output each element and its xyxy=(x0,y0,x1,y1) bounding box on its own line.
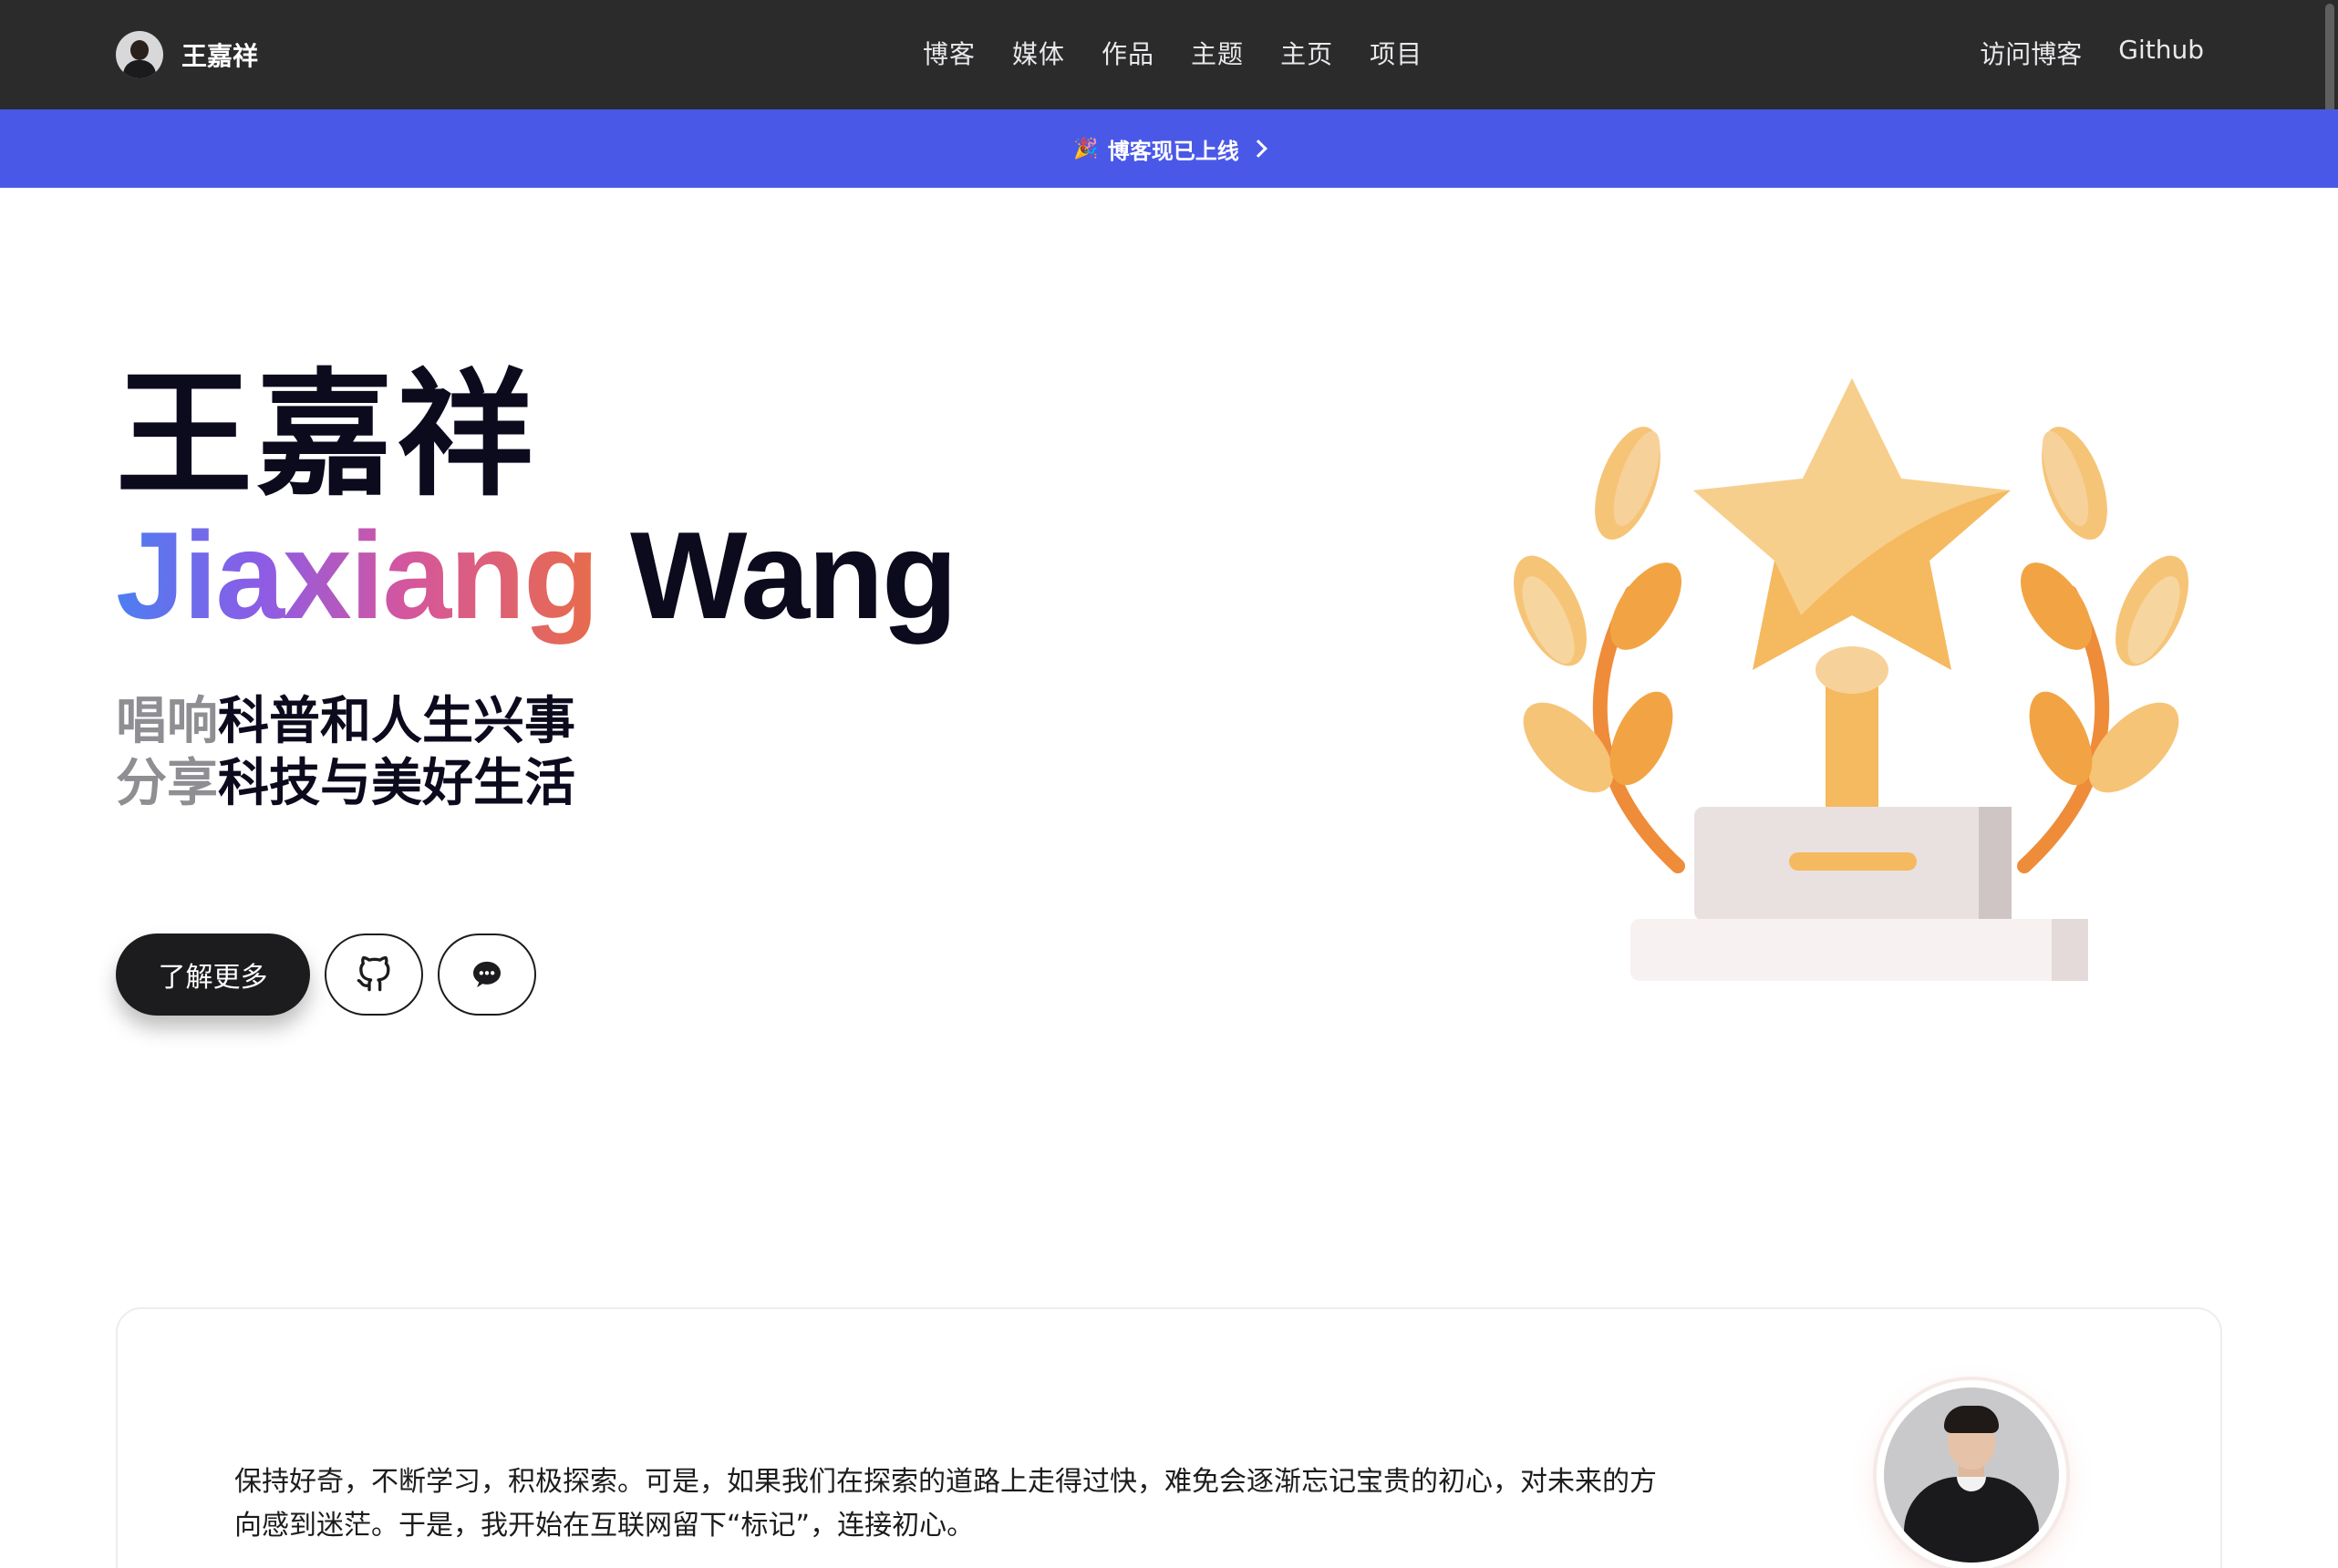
about-text: 保持好奇，不断学习，积极探索。可是，如果我们在探索的道路上走得过快，难免会逐渐忘… xyxy=(234,1466,1657,1542)
nav-link-blog[interactable]: 博客 xyxy=(923,35,976,71)
main-nav: 博客 媒体 作品 主题 主页 项目 xyxy=(923,35,1422,71)
announcement-banner[interactable]: 🎉 博客现已上线 xyxy=(0,109,2338,188)
github-button[interactable] xyxy=(325,934,423,1016)
github-link[interactable]: Github xyxy=(2118,35,2204,71)
brand-name[interactable]: 王嘉祥 xyxy=(181,36,258,73)
nav-right: 访问博客 Github xyxy=(1980,35,2204,71)
banner-text[interactable]: 博客现已上线 xyxy=(1108,133,1239,165)
hero-name-last: Wang xyxy=(630,506,957,645)
trophy-illustration xyxy=(1514,378,2188,981)
tagline-1-muted: 唱响 xyxy=(116,692,218,751)
nav-link-home[interactable]: 主页 xyxy=(1280,35,1333,71)
nav-link-projects[interactable]: 项目 xyxy=(1370,35,1422,71)
hero-name-cn: 王嘉祥 xyxy=(116,356,538,515)
hero-name-first: Jiaxiang xyxy=(116,506,599,645)
tagline-2-muted: 分享 xyxy=(116,754,218,813)
brand[interactable]: 王嘉祥 xyxy=(116,30,258,79)
visit-blog-link[interactable]: 访问博客 xyxy=(1980,35,2082,71)
nav-link-works[interactable]: 作品 xyxy=(1102,35,1154,71)
avatar xyxy=(116,31,163,78)
chevron-right-icon xyxy=(1248,139,1267,158)
hero-tagline: 唱响科普和人生兴事 分享科技与美好生活 xyxy=(116,691,575,815)
tagline-2-strong: 科技与美好生活 xyxy=(218,754,575,813)
github-icon xyxy=(357,956,390,992)
nav-link-theme[interactable]: 主题 xyxy=(1191,35,1244,71)
top-nav: 王嘉祥 博客 媒体 作品 主题 主页 项目 访问博客 Github xyxy=(0,0,2338,109)
learn-more-button[interactable]: 了解更多 xyxy=(116,934,310,1016)
wechat-icon xyxy=(473,961,501,988)
hero-name-en: Jiaxiang Wang xyxy=(116,511,957,641)
party-icon: 🎉 xyxy=(1073,137,1099,160)
wechat-button[interactable] xyxy=(438,934,536,1016)
nav-link-media[interactable]: 媒体 xyxy=(1012,35,1065,71)
profile-avatar xyxy=(1877,1380,2066,1568)
tagline-1-strong: 科普和人生兴事 xyxy=(218,692,575,751)
